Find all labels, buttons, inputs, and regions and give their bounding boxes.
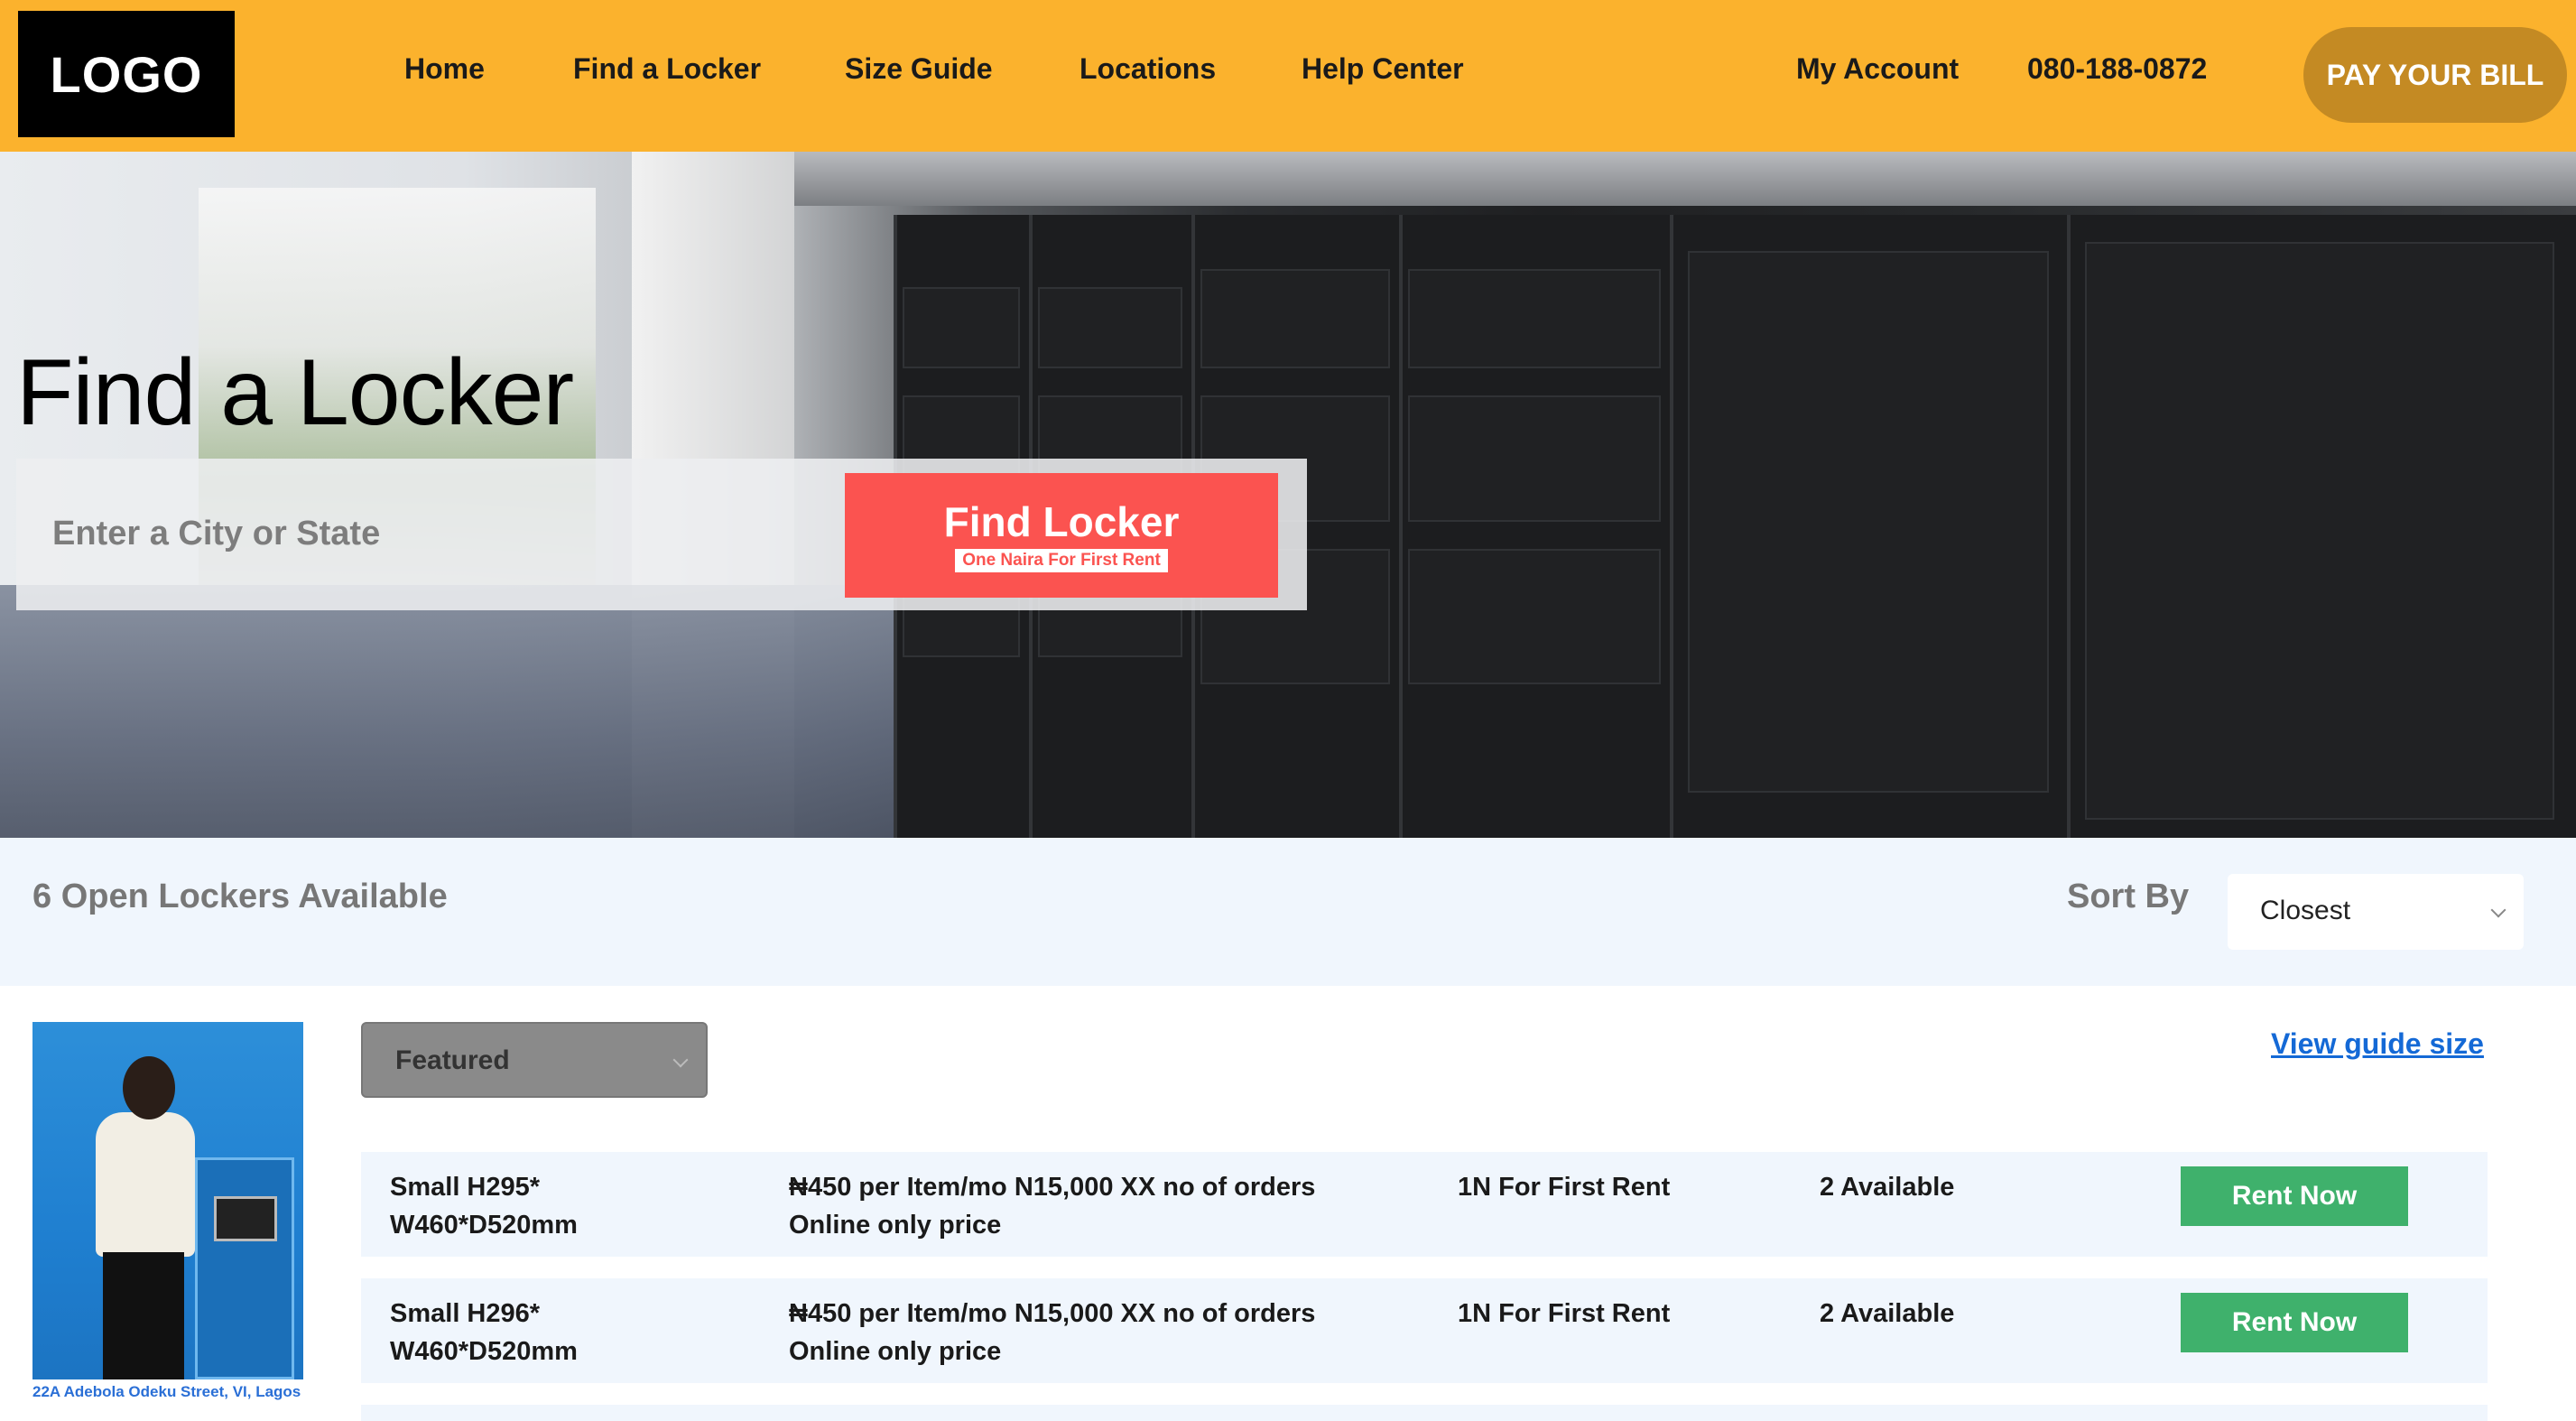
results-bar: 6 Open Lockers Available Sort By Closest bbox=[0, 838, 2576, 986]
locker-search-box: Find Locker One Naira For First Rent bbox=[16, 459, 1307, 610]
pay-your-bill-button[interactable]: PAY YOUR BILL bbox=[2303, 27, 2567, 123]
locker-size: Small H295* W460*D520mm bbox=[390, 1173, 578, 1240]
sort-by-value: Closest bbox=[2260, 896, 2351, 925]
photo-locker-kiosk bbox=[195, 1157, 294, 1379]
nav-find-a-locker[interactable]: Find a Locker bbox=[573, 52, 761, 86]
phone-number[interactable]: 080-188-0872 bbox=[2027, 52, 2207, 86]
nav-home[interactable]: Home bbox=[404, 52, 485, 86]
top-navigation-bar: LOGO Home Find a Locker Size Guide Locat… bbox=[0, 0, 2576, 152]
location-photo[interactable] bbox=[32, 1022, 303, 1379]
page-title: Find a Locker bbox=[16, 340, 574, 445]
view-guide-size-link[interactable]: View guide size bbox=[2271, 1027, 2484, 1061]
locker-availability: 2 Available bbox=[1820, 1299, 1955, 1328]
sort-by-dropdown[interactable]: Closest bbox=[2228, 874, 2524, 950]
locker-row: Small H296* W460*D520mm ₦450 per Item/mo… bbox=[361, 1278, 2488, 1383]
my-account-link[interactable]: My Account bbox=[1796, 52, 1959, 86]
nav-help-center[interactable]: Help Center bbox=[1302, 52, 1464, 86]
rent-now-button[interactable]: Rent Now bbox=[2181, 1166, 2408, 1226]
hero-background-ceiling bbox=[794, 152, 2576, 206]
open-lockers-count: 6 Open Lockers Available bbox=[32, 878, 448, 915]
locker-size: Small H296* W460*D520mm bbox=[390, 1299, 578, 1366]
find-locker-button[interactable]: Find Locker One Naira For First Rent bbox=[845, 473, 1278, 598]
logo[interactable]: LOGO bbox=[18, 11, 235, 137]
nav-locations[interactable]: Locations bbox=[1080, 52, 1216, 86]
first-rent-promo-tag: One Naira For First Rent bbox=[955, 549, 1168, 572]
city-state-search-input[interactable] bbox=[52, 502, 829, 565]
hero-background-floor bbox=[0, 585, 993, 838]
hero-banner: Find a Locker Find Locker One Naira For … bbox=[0, 152, 2576, 838]
locker-price: ₦450 per Item/mo N15,000 XX no of orders… bbox=[789, 1173, 1316, 1240]
featured-filter-dropdown[interactable]: Featured bbox=[361, 1022, 708, 1098]
sort-by-label: Sort By bbox=[2067, 878, 2190, 915]
locker-availability: 2 Available bbox=[1820, 1173, 1955, 1202]
locker-price: ₦450 per Item/mo N15,000 XX no of orders… bbox=[789, 1299, 1316, 1366]
chevron-down-icon bbox=[2490, 902, 2507, 918]
locker-promo: 1N For First Rent bbox=[1458, 1299, 1671, 1328]
find-locker-button-label: Find Locker bbox=[943, 498, 1180, 545]
locker-row: Small H295* W460*D520mm ₦450 per Item/mo… bbox=[361, 1152, 2488, 1257]
featured-filter-value: Featured bbox=[395, 1045, 510, 1075]
locker-row bbox=[361, 1405, 2488, 1421]
rent-now-button[interactable]: Rent Now bbox=[2181, 1293, 2408, 1352]
locker-promo: 1N For First Rent bbox=[1458, 1173, 1671, 1202]
chevron-down-icon bbox=[672, 1052, 689, 1068]
location-address[interactable]: 22A Adebola Odeku Street, VI, Lagos bbox=[32, 1381, 330, 1403]
nav-size-guide[interactable]: Size Guide bbox=[845, 52, 993, 86]
